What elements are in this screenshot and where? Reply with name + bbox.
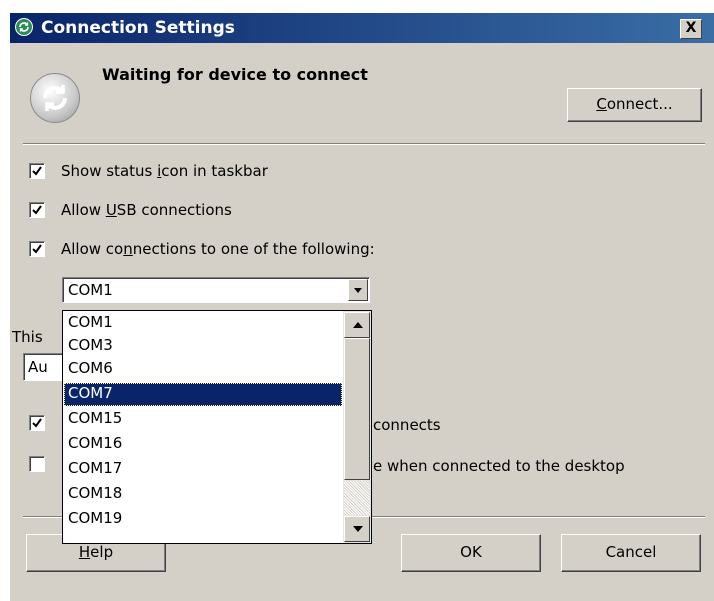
partial-connects-label: connects	[373, 416, 441, 434]
arrow-down-icon	[353, 526, 363, 532]
title-bar[interactable]: Connection Settings X	[10, 13, 714, 43]
partial-connects-checkbox[interactable]	[29, 415, 45, 431]
connection-settings-dialog: Connection Settings X Waiting for device…	[10, 13, 714, 601]
port-dropdown-list[interactable]: COM1 COM3 COM6 COM7 COM15 COM16 COM17 CO…	[62, 310, 372, 544]
allow-usb-label: Allow USB connections	[61, 201, 232, 219]
partial-label: This	[12, 328, 43, 346]
show-status-icon-checkbox[interactable]	[29, 163, 45, 179]
partial-desktop-checkbox[interactable]	[29, 456, 45, 472]
port-select-dropdown-button[interactable]	[348, 279, 368, 301]
partial-combo-value: Au	[28, 358, 48, 376]
allow-ports-label: Allow connections to one of the followin…	[61, 240, 375, 258]
list-item[interactable]: COM1	[64, 312, 342, 335]
window-title: Connection Settings	[41, 18, 235, 38]
chevron-down-icon	[354, 288, 362, 293]
close-button[interactable]: X	[680, 19, 702, 39]
partial-desktop-label: e when connected to the desktop	[373, 457, 625, 475]
show-status-icon-label: Show status icon in taskbar	[61, 162, 268, 180]
list-item-selected[interactable]: COM7	[64, 383, 342, 406]
list-scrollbar[interactable]	[343, 311, 371, 543]
scroll-track[interactable]	[344, 481, 370, 515]
port-select-value: COM1	[68, 281, 113, 299]
scroll-down-button[interactable]	[344, 516, 370, 542]
arrow-up-icon	[353, 322, 363, 328]
list-item[interactable]: COM16	[64, 433, 342, 456]
scroll-up-button[interactable]	[344, 312, 370, 338]
allow-usb-checkbox[interactable]	[29, 202, 45, 218]
sync-status-icon	[30, 73, 80, 123]
cancel-button[interactable]: Cancel	[561, 534, 701, 572]
list-item[interactable]: COM6	[64, 358, 342, 381]
list-item[interactable]: COM3	[64, 335, 342, 358]
list-item[interactable]: COM15	[64, 408, 342, 431]
ok-button[interactable]: OK	[401, 534, 541, 572]
port-select[interactable]: COM1	[62, 277, 370, 303]
allow-ports-checkbox[interactable]	[29, 241, 45, 257]
list-item[interactable]: COM19	[64, 508, 342, 531]
list-item[interactable]: COM17	[64, 458, 342, 481]
sync-icon	[15, 18, 33, 36]
separator-top	[23, 143, 705, 145]
scroll-thumb[interactable]	[344, 338, 370, 480]
connection-status-text: Waiting for device to connect	[102, 65, 368, 84]
connect-button[interactable]: Connect...	[567, 88, 702, 122]
list-item[interactable]: COM18	[64, 483, 342, 506]
